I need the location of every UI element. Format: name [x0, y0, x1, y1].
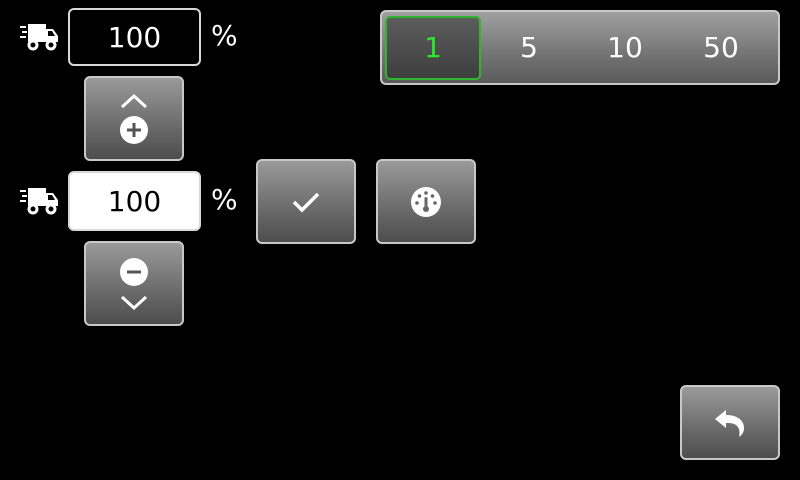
chevron-down-icon [120, 295, 148, 311]
checkmark-icon [291, 191, 321, 213]
speedometer-button[interactable] [376, 159, 476, 244]
confirm-button[interactable] [256, 159, 356, 244]
truck-icon [20, 20, 60, 54]
minus-circle-icon [119, 257, 149, 287]
top-percent-label: % [211, 19, 238, 52]
top-value-text: 100 [107, 20, 162, 54]
back-button[interactable] [680, 385, 780, 460]
top-value-display: 100 [68, 8, 201, 66]
bottom-value-input[interactable]: 100 [68, 171, 201, 231]
step-option-10[interactable]: 10 [577, 16, 673, 80]
decrease-button[interactable] [84, 241, 184, 326]
truck-icon [20, 184, 60, 218]
bottom-value-text: 100 [107, 184, 162, 218]
speedometer-icon [410, 186, 442, 218]
bottom-percent-label: % [211, 183, 238, 216]
step-option-1[interactable]: 1 [385, 15, 481, 80]
step-size-selector: 1 5 10 50 [380, 10, 780, 85]
step-option-50[interactable]: 50 [673, 16, 769, 80]
increase-button[interactable] [84, 76, 184, 161]
undo-arrow-icon [713, 408, 747, 438]
chevron-up-icon [120, 93, 148, 109]
step-option-5[interactable]: 5 [481, 16, 577, 80]
plus-circle-icon [119, 115, 149, 145]
